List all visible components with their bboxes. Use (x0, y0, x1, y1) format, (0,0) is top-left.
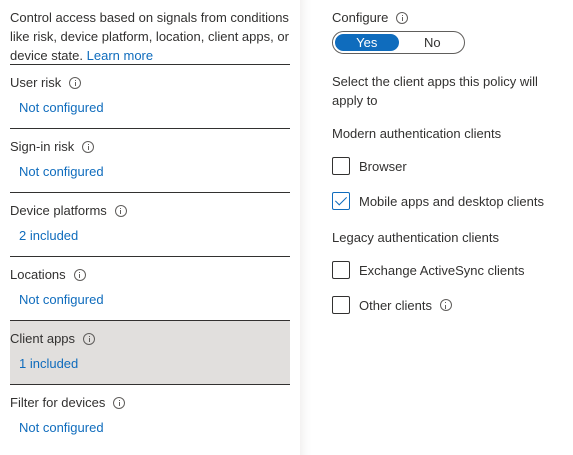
info-icon[interactable] (114, 204, 127, 217)
condition-title: Device platforms (10, 203, 107, 218)
conditions-list: Control access based on signals from con… (10, 0, 290, 448)
checkbox-label-wrap: Other clients (359, 298, 452, 313)
toggle-no[interactable]: No (401, 32, 465, 53)
condition-title: User risk (10, 75, 62, 90)
learn-more-link[interactable]: Learn more (87, 48, 153, 63)
client-apps-pane: Configure Yes No Select the client apps … (312, 0, 573, 455)
condition-client-apps[interactable]: Client apps 1 included (10, 320, 290, 384)
toggle-yes[interactable]: Yes (333, 32, 401, 53)
condition-title: Filter for devices (10, 395, 106, 410)
configure-toggle[interactable]: Yes No (332, 31, 465, 54)
checkbox-box[interactable] (332, 157, 350, 175)
condition-sign-in-risk[interactable]: Sign-in risk Not configured (10, 128, 290, 192)
condition-value-link[interactable]: Not configured (19, 420, 104, 435)
checkbox-box[interactable] (332, 192, 350, 210)
condition-title: Client apps (10, 331, 76, 346)
info-icon[interactable] (83, 332, 96, 345)
condition-title: Locations (10, 267, 66, 282)
info-icon[interactable] (113, 396, 126, 409)
checkbox-box[interactable] (332, 296, 350, 314)
checkbox-other-clients[interactable]: Other clients (332, 296, 452, 314)
condition-user-risk[interactable]: User risk Not configured (10, 64, 290, 128)
checkbox-browser[interactable]: Browser (332, 157, 407, 175)
info-icon[interactable] (396, 11, 409, 24)
pane-divider-shadow (300, 0, 312, 455)
checkbox-mobile-desktop[interactable]: Mobile apps and desktop clients (332, 192, 544, 210)
conditions-pane: Control access based on signals from con… (0, 0, 300, 455)
modern-auth-label: Modern authentication clients (332, 126, 502, 141)
checkbox-box[interactable] (332, 261, 350, 279)
conditions-description: Control access based on signals from con… (10, 0, 290, 64)
info-icon[interactable] (69, 76, 82, 89)
info-icon[interactable] (73, 268, 86, 281)
checkbox-label: Browser (359, 158, 407, 174)
info-icon[interactable] (439, 299, 452, 311)
condition-title: Sign-in risk (10, 139, 75, 154)
configure-label: Configure (332, 10, 409, 25)
checkbox-label: Exchange ActiveSync clients (359, 262, 525, 278)
info-icon[interactable] (82, 140, 95, 153)
select-instructions: Select the client apps this policy will … (332, 74, 538, 108)
condition-device-platforms[interactable]: Device platforms 2 included (10, 192, 290, 256)
configure-text: Configure (332, 10, 389, 25)
checkbox-label: Other clients (359, 297, 432, 313)
condition-value-link[interactable]: Not configured (19, 292, 104, 307)
legacy-auth-label: Legacy authentication clients (332, 230, 499, 245)
condition-value-link[interactable]: 1 included (19, 356, 78, 371)
checkbox-label: Mobile apps and desktop clients (359, 193, 545, 209)
checkbox-exchange-activesync[interactable]: Exchange ActiveSync clients (332, 261, 524, 279)
condition-locations[interactable]: Locations Not configured (10, 256, 290, 320)
condition-filter-for-devices[interactable]: Filter for devices Not configured (10, 384, 290, 448)
condition-value-link[interactable]: 2 included (19, 228, 78, 243)
condition-value-link[interactable]: Not configured (19, 164, 104, 179)
condition-value-link[interactable]: Not configured (19, 100, 104, 115)
